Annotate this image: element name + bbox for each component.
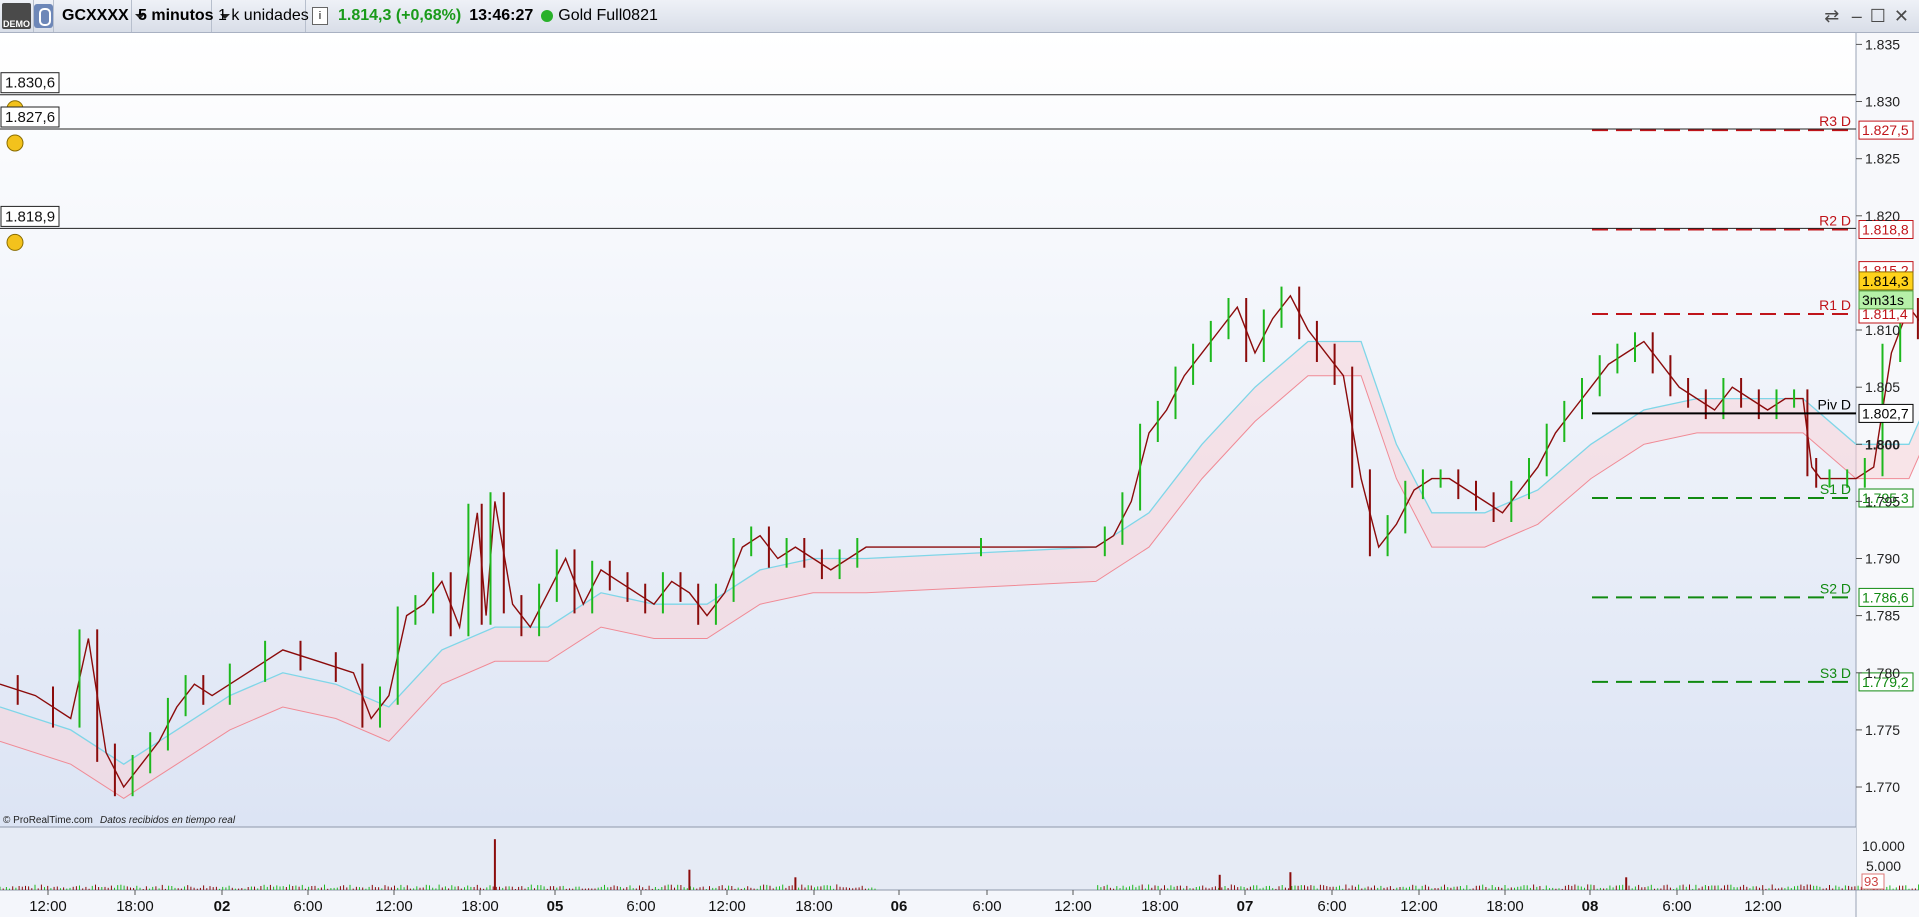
last-price-value: 1.814,3: [1862, 273, 1909, 289]
bell-icon: [6, 233, 24, 251]
last-price-change: 1.814,3 (+0,68%): [338, 7, 462, 24]
x-tick-label: 18:00: [1486, 898, 1524, 915]
y-tick-label: 1.820: [1865, 208, 1900, 224]
level-name: S2 D: [1820, 580, 1851, 596]
x-tick-label: 05: [547, 898, 564, 915]
status-dot-icon: [541, 10, 554, 22]
time-axis: 12:00 18:00 02 6:00 12:00 18:00 05 6:00 12:00 18:…: [29, 890, 1782, 915]
maximize-icon[interactable]: ☐: [1870, 6, 1886, 27]
symbol-selector[interactable]: GCXXXX: [56, 0, 145, 32]
x-tick-label: 12:00: [1054, 898, 1092, 915]
x-tick-label: 18:00: [461, 898, 499, 915]
realtime-note: Datos recibidos en tiempo real: [100, 815, 236, 826]
y-tick-label: 1.800: [1865, 436, 1900, 452]
quote-time: 13:46:27: [469, 7, 534, 24]
instrument-name: Gold Full0821: [558, 7, 658, 24]
demo-icon: DEMO: [2, 3, 31, 29]
x-tick-label: 6:00: [293, 898, 322, 915]
volume-current-value: 93: [1864, 874, 1878, 889]
units-selector[interactable]: 1 k unidades: [212, 0, 325, 32]
x-tick-label: 18:00: [1141, 898, 1179, 915]
y-tick-label: 1.795: [1865, 493, 1900, 509]
volume-pane: [0, 827, 1856, 890]
x-tick-label: 12:00: [29, 898, 67, 915]
x-tick-label: 12:00: [1744, 898, 1782, 915]
level-name: Piv D: [1818, 396, 1851, 412]
y-tick-label: 1.770: [1865, 779, 1900, 795]
y-tick-label: 1.830: [1865, 94, 1900, 110]
level-name: R3 D: [1819, 113, 1851, 129]
alert-value: 1.818,9: [5, 208, 55, 225]
x-tick-label: 06: [891, 898, 908, 915]
level-name: R1 D: [1819, 297, 1851, 313]
close-icon[interactable]: ✕: [1894, 6, 1909, 27]
alert-value: 1.827,6: [5, 109, 55, 126]
x-tick-label: 18:00: [116, 898, 154, 915]
level-value: 1.786,6: [1862, 589, 1909, 605]
y-tick-label: 1.775: [1865, 722, 1900, 738]
level-value: 1.802,7: [1862, 405, 1909, 421]
toolbar: DEMO GCXXXX 5 minutos 1 k unidades i 1.8…: [0, 0, 1919, 33]
x-tick-label: 6:00: [1317, 898, 1346, 915]
x-tick-label: 18:00: [795, 898, 833, 915]
bell-icon: [6, 134, 24, 152]
x-tick-label: 02: [214, 898, 231, 915]
link-icon: [34, 4, 53, 28]
y-tick-label: 1.825: [1865, 151, 1900, 167]
info-icon[interactable]: i: [312, 7, 328, 25]
sync-icon[interactable]: ⇄: [1820, 5, 1844, 27]
level-name: S3 D: [1820, 665, 1851, 681]
x-tick-label: 07: [1237, 898, 1254, 915]
copyright-text: © ProRealTime.com: [3, 815, 93, 826]
symbol-label: GCXXXX: [62, 7, 129, 24]
units-label: 1 k unidades: [218, 7, 309, 24]
y-tick-label: 1.785: [1865, 608, 1900, 624]
link-button[interactable]: [34, 0, 54, 32]
volume-tick-label: 10.000: [1862, 838, 1905, 854]
price-tags: 1.815,21.814,33m31s: [1858, 261, 1914, 310]
y-tick-label: 1.805: [1865, 379, 1900, 395]
level-value: 1.827,5: [1862, 122, 1909, 138]
y-tick-label: 1.790: [1865, 551, 1900, 567]
level-name: S1 D: [1820, 481, 1851, 497]
x-tick-label: 6:00: [626, 898, 655, 915]
demo-badge: DEMO: [0, 0, 34, 32]
price-chart[interactable]: R3 D1.827,5R2 D1.818,8R1 D1.811,4Piv D1.…: [0, 33, 1919, 917]
x-tick-label: 12:00: [1400, 898, 1438, 915]
quote-strip: i 1.814,3 (+0,68%) 13:46:27 Gold Full082…: [306, 0, 686, 32]
window-controls: ⇄ – ☐ ✕: [1820, 0, 1909, 32]
y-tick-label: 1.780: [1865, 665, 1900, 681]
x-tick-label: 12:00: [375, 898, 413, 915]
timeframe-label: 5 minutos: [138, 7, 214, 24]
y-tick-label: 1.835: [1865, 36, 1900, 52]
x-tick-label: 6:00: [972, 898, 1001, 915]
countdown-value: 3m31s: [1862, 292, 1904, 308]
volume-tick-label: 5.000: [1866, 858, 1901, 874]
y-tick-label: 1.810: [1865, 322, 1900, 338]
level-value: 1.818,8: [1862, 222, 1909, 238]
x-tick-label: 12:00: [708, 898, 746, 915]
timeframe-selector[interactable]: 5 minutos: [132, 0, 230, 32]
alert-value: 1.830,6: [5, 75, 55, 92]
x-tick-label: 08: [1582, 898, 1599, 915]
minimize-icon[interactable]: –: [1852, 6, 1862, 27]
level-name: R2 D: [1819, 213, 1851, 229]
x-tick-label: 6:00: [1662, 898, 1691, 915]
